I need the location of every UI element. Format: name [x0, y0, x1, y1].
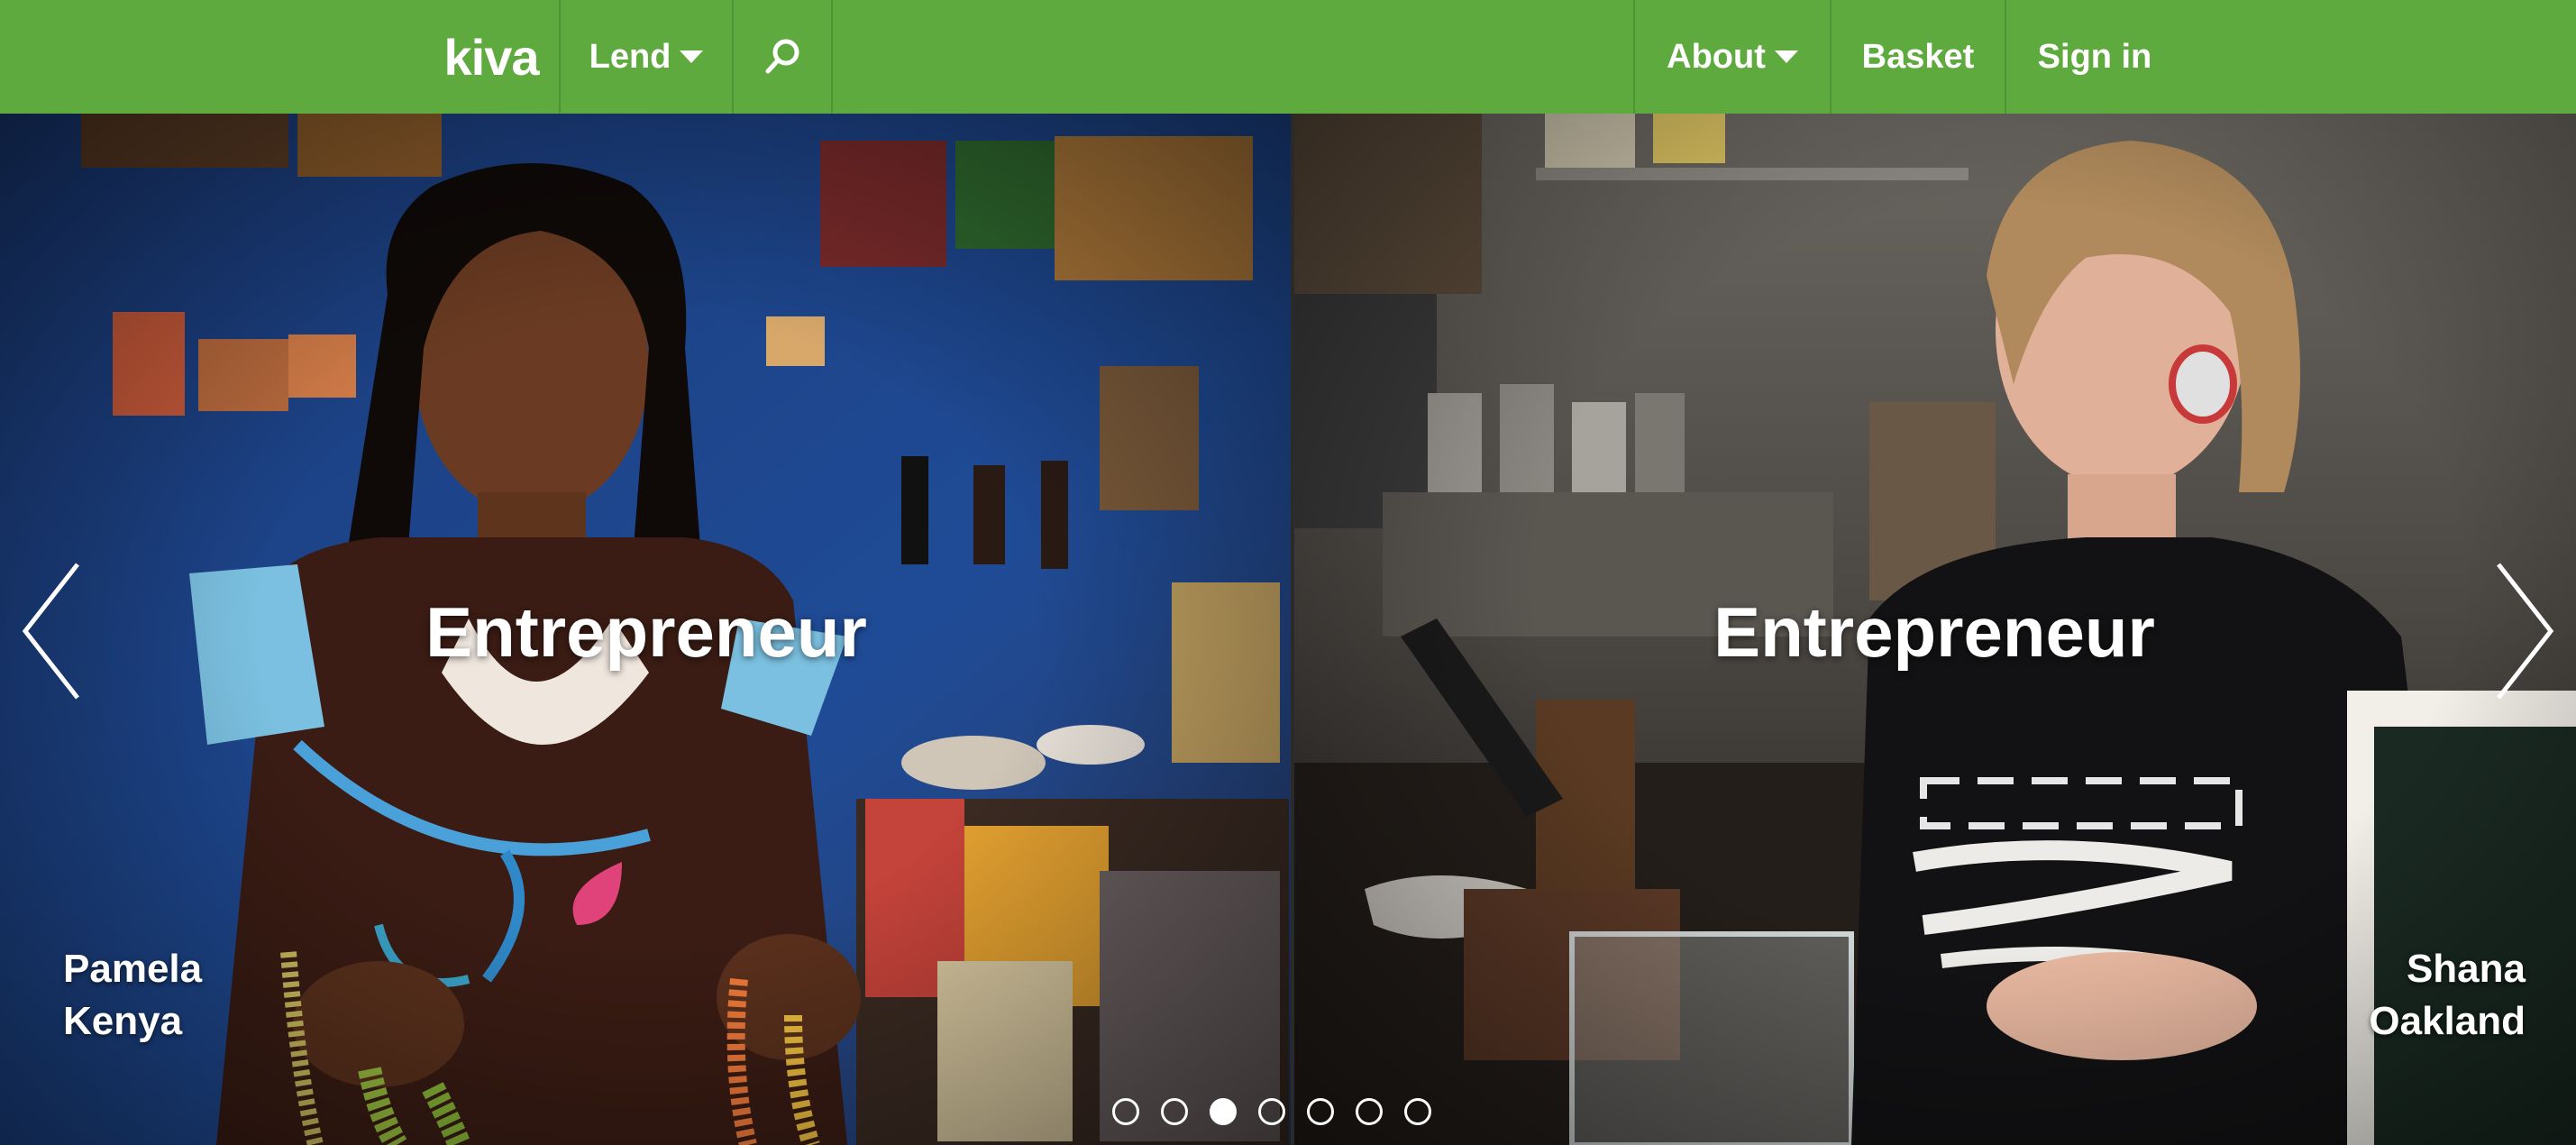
carousel-dot-6[interactable] — [1356, 1098, 1383, 1125]
borrower-location: Kenya — [63, 999, 183, 1043]
basket-link[interactable]: Basket — [1832, 0, 2005, 114]
carousel-prev-button[interactable] — [20, 559, 83, 703]
carousel-dots — [1112, 1098, 1431, 1125]
chevron-left-icon — [22, 563, 79, 700]
hero-slide-pamela[interactable]: Entrepreneur Pamela Kenya — [0, 114, 1293, 1145]
carousel-dot-5[interactable] — [1307, 1098, 1334, 1125]
top-nav: kiva Lend About Basket Sign in — [0, 0, 2576, 114]
caret-down-icon — [1774, 50, 1798, 63]
carousel-dot-1[interactable] — [1112, 1098, 1139, 1125]
search-icon — [765, 39, 799, 74]
slide-title: Entrepreneur — [1713, 592, 2155, 672]
borrower-name: Pamela — [63, 947, 203, 991]
kiva-logo[interactable]: kiva — [424, 0, 559, 114]
carousel-dot-2[interactable] — [1161, 1098, 1188, 1125]
hero-slide-shana[interactable]: Entrepreneur Shana Oakland — [1293, 114, 2576, 1145]
about-menu[interactable]: About — [1635, 0, 1830, 114]
borrower-location: Oakland — [2369, 999, 2526, 1043]
lend-label: Lend — [589, 37, 671, 76]
carousel-next-button[interactable] — [2493, 559, 2556, 703]
carousel-dot-3[interactable] — [1210, 1098, 1237, 1125]
caret-down-icon — [680, 50, 704, 63]
borrower-caption: Shana Oakland — [2369, 943, 2526, 1048]
slide-title: Entrepreneur — [425, 592, 867, 672]
about-label: About — [1667, 37, 1766, 76]
sign-in-link[interactable]: Sign in — [2006, 0, 2183, 114]
nav-divider — [831, 0, 833, 114]
borrower-caption: Pamela Kenya — [63, 943, 202, 1048]
chevron-right-icon — [2497, 563, 2554, 700]
carousel-dot-4[interactable] — [1258, 1098, 1285, 1125]
carousel-dot-7[interactable] — [1404, 1098, 1431, 1125]
lend-menu[interactable]: Lend — [561, 0, 732, 114]
borrower-name: Shana — [2406, 947, 2526, 991]
search-button[interactable] — [734, 0, 831, 114]
